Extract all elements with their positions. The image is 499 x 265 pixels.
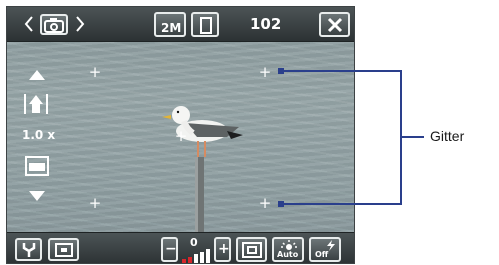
camera-viewfinder[interactable]: 2M 102 + + + + + 1.0 x − 0 + Auto Off bbox=[6, 6, 355, 264]
minus-label: − bbox=[165, 241, 177, 257]
grid-mark: + bbox=[88, 194, 102, 212]
settings-button[interactable] bbox=[15, 238, 42, 261]
callout-line bbox=[281, 203, 401, 205]
grid-mode-icon bbox=[55, 243, 73, 257]
white-balance-button[interactable]: Auto bbox=[272, 237, 304, 262]
plus-label: + bbox=[218, 241, 230, 257]
figure: 2M 102 + + + + + 1.0 x − 0 + Auto Off Gi… bbox=[0, 0, 499, 265]
camera-mode-button[interactable] bbox=[40, 14, 68, 35]
grid-mark: + bbox=[258, 63, 272, 81]
grid-mark: + bbox=[88, 63, 102, 81]
camera-icon bbox=[44, 18, 64, 33]
brightness-decrease-button[interactable]: − bbox=[161, 237, 178, 262]
close-button[interactable] bbox=[319, 12, 350, 37]
flash-button[interactable]: Off bbox=[309, 237, 341, 262]
callout-label: Gitter bbox=[430, 128, 465, 144]
memory-card-icon bbox=[200, 17, 212, 34]
seagull-photo bbox=[162, 106, 243, 237]
resolution-button[interactable]: 2M bbox=[154, 12, 186, 37]
brightness-value: 0 bbox=[190, 236, 198, 249]
zoom-level: 1.0 x bbox=[22, 128, 56, 142]
grid-mode-button[interactable] bbox=[48, 238, 79, 261]
grid-mark: + bbox=[258, 194, 272, 212]
triangle-down-icon[interactable] bbox=[28, 190, 46, 202]
shots-remaining: 102 bbox=[250, 15, 282, 33]
zoom-focus-icon bbox=[24, 94, 48, 114]
brightness-meter: 0 bbox=[179, 236, 213, 263]
chevron-right-icon[interactable] bbox=[75, 16, 85, 32]
callout-line bbox=[281, 70, 401, 72]
callout-line bbox=[400, 136, 424, 138]
white-balance-label: Auto bbox=[277, 250, 299, 259]
grid-mark: + bbox=[174, 127, 188, 145]
storage-button[interactable] bbox=[191, 12, 219, 37]
triangle-up-icon[interactable] bbox=[28, 69, 46, 81]
wrench-icon bbox=[22, 243, 36, 257]
metering-icon bbox=[242, 242, 262, 258]
brightness-bars bbox=[182, 249, 210, 263]
brightness-increase-button[interactable]: + bbox=[214, 237, 231, 262]
resolution-label: 2M bbox=[161, 21, 182, 35]
camera-top-bar: 2M 102 bbox=[7, 7, 354, 42]
camera-bottom-bar: − 0 + Auto Off bbox=[7, 232, 354, 263]
flash-label: Off bbox=[315, 250, 329, 259]
chevron-left-icon[interactable] bbox=[24, 16, 34, 32]
metering-button[interactable] bbox=[236, 237, 267, 262]
close-icon bbox=[327, 17, 343, 33]
zoom-wide-icon bbox=[25, 156, 49, 176]
